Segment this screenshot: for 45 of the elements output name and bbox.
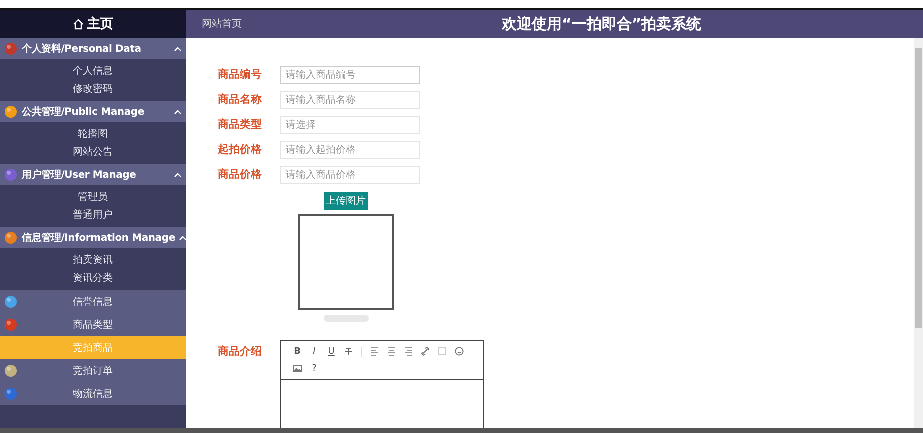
planet-icon (4, 318, 18, 332)
breadcrumb-link[interactable]: 网站首页 (186, 17, 502, 31)
menu-group[interactable]: 信息管理/Information Manage (0, 227, 186, 248)
format-button[interactable]: B (289, 345, 306, 358)
menu-item[interactable]: 信誉信息 (0, 290, 186, 313)
menu-group[interactable]: 个人资料/Personal Data (0, 38, 186, 59)
menu-item[interactable]: 轮播图 (0, 125, 186, 143)
field-label: 商品类型 (218, 117, 263, 132)
home-label: 主页 (88, 16, 114, 33)
menu-item[interactable]: 管理员 (0, 188, 186, 206)
menu-item[interactable]: 网站公告 (0, 143, 186, 161)
planet-icon (4, 168, 18, 182)
menu-item[interactable]: 竞拍订单 (0, 359, 186, 382)
format-button[interactable]: I (306, 345, 323, 358)
field-label: 起拍价格 (218, 142, 263, 157)
menu-group[interactable]: 用户管理/User Manage (0, 164, 186, 185)
menu-item[interactable]: 资讯分类 (0, 269, 186, 287)
planet-icon (4, 294, 18, 308)
menu-group[interactable]: 公共管理/Public Manage (0, 101, 186, 122)
home-link[interactable]: 主页 (0, 10, 186, 38)
field-label: 商品价格 (218, 167, 263, 182)
format-button[interactable]: U (323, 345, 340, 358)
help-button[interactable]: ? (306, 362, 323, 375)
planet-icon (4, 104, 18, 118)
page-title: 欢迎使用“一拍即合”拍卖系统 (502, 14, 702, 34)
planet-icon (4, 364, 18, 378)
chevron-up-icon[interactable] (174, 172, 182, 178)
field-label: 商品介绍 (218, 344, 263, 360)
field-label: 商品名称 (218, 92, 263, 107)
menu-item[interactable]: 个人信息 (0, 62, 186, 80)
scrollbar[interactable] (914, 38, 923, 428)
menu-item[interactable]: 拍卖资讯 (0, 251, 186, 269)
menu-item[interactable]: 修改密码 (0, 80, 186, 98)
field-label: 商品编号 (218, 67, 263, 82)
chevron-up-icon[interactable] (179, 234, 186, 240)
menu-item[interactable]: 普通用户 (0, 206, 186, 224)
planet-icon (4, 230, 18, 244)
upload-button[interactable]: 上传图片 (324, 192, 368, 210)
chevron-up-icon[interactable] (174, 108, 182, 114)
menu-item[interactable]: 商品类型 (0, 313, 186, 336)
menu-item[interactable]: 物流信息 (0, 382, 186, 405)
house-icon (72, 18, 84, 30)
chevron-up-icon[interactable] (174, 46, 182, 52)
planet-icon (4, 42, 18, 56)
planet-icon (4, 386, 18, 400)
